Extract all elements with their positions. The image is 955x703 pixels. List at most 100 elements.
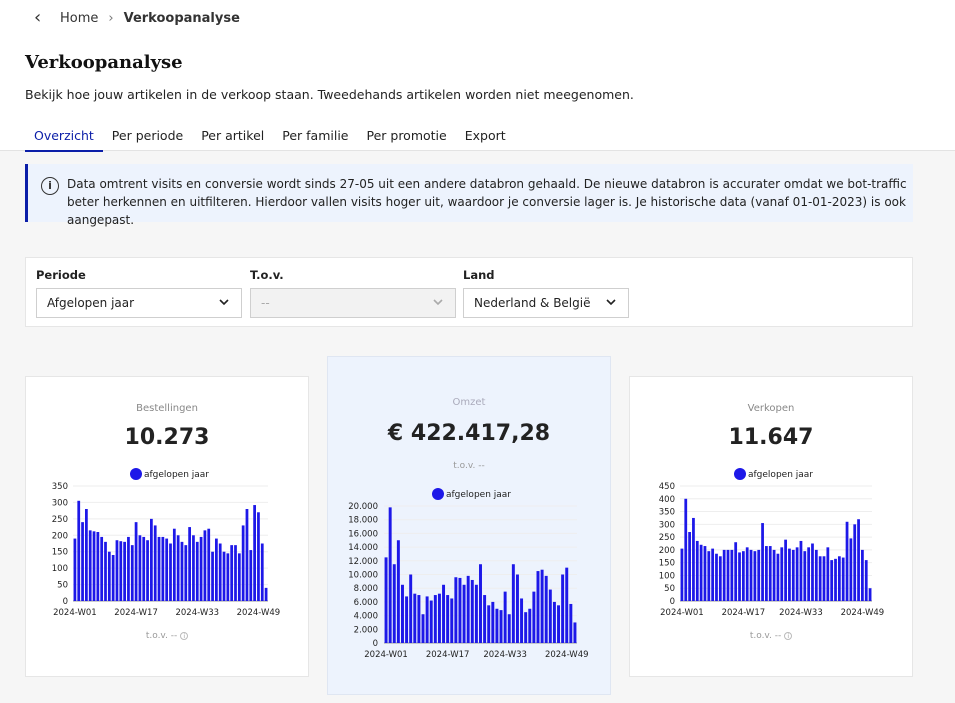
bar [822, 556, 826, 601]
bar [857, 519, 860, 601]
omzet-card[interactable]: Omzet € 422.417,28 t.o.v. -- 0 2.000 4.000… [327, 356, 611, 695]
bar [722, 549, 726, 601]
bar [757, 549, 761, 601]
card-tov-text: t.o.v. -- [749, 631, 782, 641]
y-tick-label: 350 [659, 508, 675, 518]
y-tick-label: 400 [659, 495, 675, 505]
land-select-value: Nederland & België [474, 296, 591, 310]
tab-per-artikel[interactable]: Per artikel [192, 128, 273, 152]
bar [226, 553, 230, 601]
bar [462, 584, 466, 643]
bar [218, 543, 222, 601]
bar [85, 509, 88, 601]
bar [253, 505, 256, 601]
bar [753, 551, 757, 601]
bar [515, 574, 519, 643]
bar [703, 546, 707, 601]
y-tick-label: 10.000 [348, 571, 378, 581]
tab-per-periode[interactable]: Per periode [103, 128, 192, 152]
omzet-chart: 0 2.000 4.000 6.000 8.000 10.000 12.000 14.000 1… [348, 488, 589, 660]
bar [715, 553, 718, 601]
chevron-down-icon [433, 299, 443, 306]
bar [123, 541, 126, 601]
bar [818, 556, 822, 601]
bar [768, 546, 772, 601]
tab-per-promotie[interactable]: Per promotie [357, 128, 455, 152]
bar [176, 535, 180, 601]
bar [409, 574, 413, 643]
bar [536, 571, 540, 643]
filter-periode: Periode Afgelopen jaar [36, 268, 242, 318]
bar [552, 601, 556, 643]
bestellingen-card[interactable]: Bestellingen 10.273 0 50 100 150 200 250 300 35… [25, 376, 309, 677]
bar [199, 536, 203, 601]
bar [561, 574, 565, 643]
x-tick-label: 2024-W49 [545, 650, 589, 660]
bar [849, 538, 853, 601]
chevron-down-icon [606, 299, 616, 306]
x-tick-label: 2024-W17 [722, 608, 766, 618]
bar [203, 530, 207, 601]
bar [458, 577, 462, 643]
y-tick-label: 200 [659, 546, 675, 556]
y-tick-label: 300 [52, 498, 68, 508]
y-tick-label: 300 [659, 520, 675, 530]
tab-export[interactable]: Export [456, 128, 515, 152]
bar [573, 622, 577, 643]
bar [127, 536, 130, 601]
card-tov: t.o.v. -- i [630, 631, 912, 641]
breadcrumb-home-link[interactable]: Home [60, 11, 98, 26]
bar [150, 518, 153, 601]
bar [257, 512, 260, 601]
bar [565, 567, 569, 643]
bar [707, 551, 711, 601]
y-tick-label: 12.000 [348, 557, 378, 567]
y-tick-label: 0 [670, 597, 675, 607]
info-circle-icon: i [784, 631, 793, 640]
bar [765, 546, 768, 601]
bar [138, 535, 142, 601]
bar [841, 557, 845, 601]
bar [853, 524, 857, 601]
bar [466, 575, 470, 643]
bar [245, 509, 249, 601]
bar [425, 596, 429, 643]
verkopen-card[interactable]: Verkopen 11.647 0 50 100 150 200 250 300 350 400… [629, 376, 913, 677]
info-banner: i Data omtrent visits en conversie wordt… [25, 164, 913, 227]
x-tick-label: 2024-W33 [175, 608, 219, 618]
bar [211, 551, 214, 601]
periode-select[interactable]: Afgelopen jaar [36, 288, 242, 318]
bar [557, 605, 560, 643]
bar [421, 614, 425, 643]
y-tick-label: 250 [52, 515, 68, 525]
bar [548, 589, 552, 643]
y-tick-label: 2.000 [354, 625, 378, 635]
bar [184, 545, 188, 601]
bar [569, 603, 573, 643]
y-tick-label: 18.000 [348, 516, 378, 526]
bar [450, 598, 454, 643]
bar [761, 523, 764, 601]
bar [437, 593, 441, 643]
land-select[interactable]: Nederland & België [463, 288, 629, 318]
bar [680, 548, 684, 601]
bar [446, 595, 450, 643]
tab-per-familie[interactable]: Per familie [273, 128, 357, 152]
bar [868, 588, 872, 601]
bar [119, 541, 123, 601]
bar [495, 608, 499, 643]
bar [107, 551, 111, 601]
x-tick-label: 2024-W01 [364, 650, 408, 660]
bar [188, 527, 191, 601]
bar [146, 540, 149, 601]
info-banner-text: Data omtrent visits en conversie wordt s… [67, 177, 907, 227]
bar [388, 507, 392, 643]
bar [864, 560, 868, 601]
y-tick-label: 100 [52, 564, 68, 574]
back-chevron-icon[interactable]: ‹ [34, 9, 48, 27]
bar [540, 569, 544, 643]
y-tick-label: 4.000 [354, 612, 378, 622]
bar [487, 605, 491, 643]
tab-overzicht[interactable]: Overzicht [25, 128, 103, 152]
bar [532, 591, 536, 643]
